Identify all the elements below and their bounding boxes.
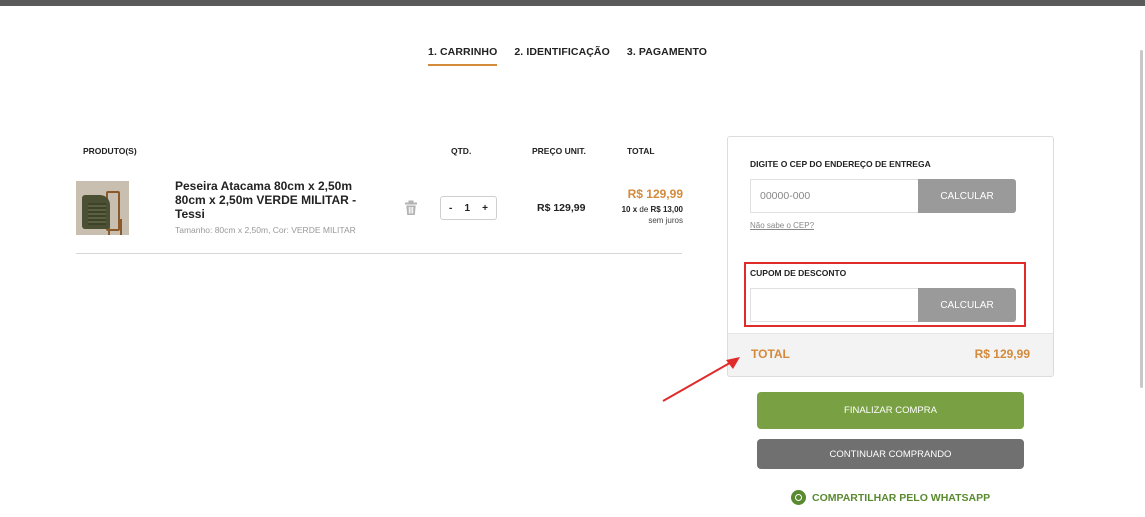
installments: 10 x de R$ 13,00	[622, 205, 683, 214]
product-thumbnail[interactable]	[76, 181, 129, 235]
qty-increase-button[interactable]: +	[482, 203, 488, 214]
product-name[interactable]: Peseira Atacama 80cm x 2,50m 80cm x 2,50…	[175, 179, 375, 221]
order-summary-panel: DIGITE O CEP DO ENDEREÇO DE ENTREGA 0000…	[727, 136, 1054, 377]
installments-note: sem juros	[648, 216, 683, 225]
checkout-steps: 1. CARRINHO 2. IDENTIFICAÇÃO 3. PAGAMENT…	[428, 46, 707, 66]
total-bar: TOTAL R$ 129,99	[728, 333, 1053, 376]
header-product: PRODUTO(S)	[83, 146, 137, 156]
continue-shopping-button[interactable]: CONTINUAR COMPRANDO	[757, 439, 1024, 469]
step-payment[interactable]: 3. PAGAMENTO	[627, 46, 707, 66]
installments-value: R$ 13,00	[650, 205, 683, 214]
whatsapp-icon	[791, 490, 806, 505]
cep-input[interactable]: 00000-000	[750, 179, 919, 213]
step-identification[interactable]: 2. IDENTIFICAÇÃO	[514, 46, 610, 66]
header-total: TOTAL	[627, 146, 655, 156]
scrollbar[interactable]	[1139, 6, 1145, 517]
header-qty: QTD.	[451, 146, 472, 156]
row-divider	[76, 253, 682, 254]
product-image-cloth-texture	[88, 203, 106, 225]
quantity-stepper[interactable]: - 1 +	[440, 196, 497, 220]
trash-icon[interactable]	[404, 200, 418, 216]
annotation-highlight-box	[744, 262, 1026, 327]
qty-decrease-button[interactable]: -	[449, 203, 452, 214]
top-bar	[0, 0, 1145, 6]
whatsapp-share-label: COMPARTILHAR PELO WHATSAPP	[812, 491, 991, 504]
checkout-button[interactable]: FINALIZAR COMPRA	[757, 392, 1024, 429]
annotation-arrow-icon	[662, 357, 740, 402]
product-variant: Tamanho: 80cm x 2,50m, Cor: VERDE MILITA…	[175, 225, 356, 235]
qty-value[interactable]: 1	[464, 203, 470, 214]
scrollbar-thumb[interactable]	[1140, 50, 1143, 388]
item-total-value: R$ 129,99	[627, 187, 683, 201]
item-total: R$ 129,99 10 x de R$ 13,00 sem juros	[622, 187, 683, 225]
total-label: TOTAL	[751, 347, 790, 361]
installments-mid: de	[639, 205, 649, 214]
calculate-shipping-button[interactable]: CALCULAR	[918, 179, 1016, 213]
cep-help-link[interactable]: Não sabe o CEP?	[750, 221, 814, 230]
total-value: R$ 129,99	[974, 347, 1030, 361]
shipping-label: DIGITE O CEP DO ENDEREÇO DE ENTREGA	[750, 159, 931, 169]
whatsapp-share-link[interactable]: COMPARTILHAR PELO WHATSAPP	[791, 490, 990, 505]
installments-count: 10 x	[621, 205, 638, 214]
unit-price: R$ 129,99	[537, 202, 586, 214]
header-unit-price: PREÇO UNIT.	[532, 146, 586, 156]
step-cart[interactable]: 1. CARRINHO	[428, 46, 498, 66]
product-image-leg	[120, 219, 122, 235]
